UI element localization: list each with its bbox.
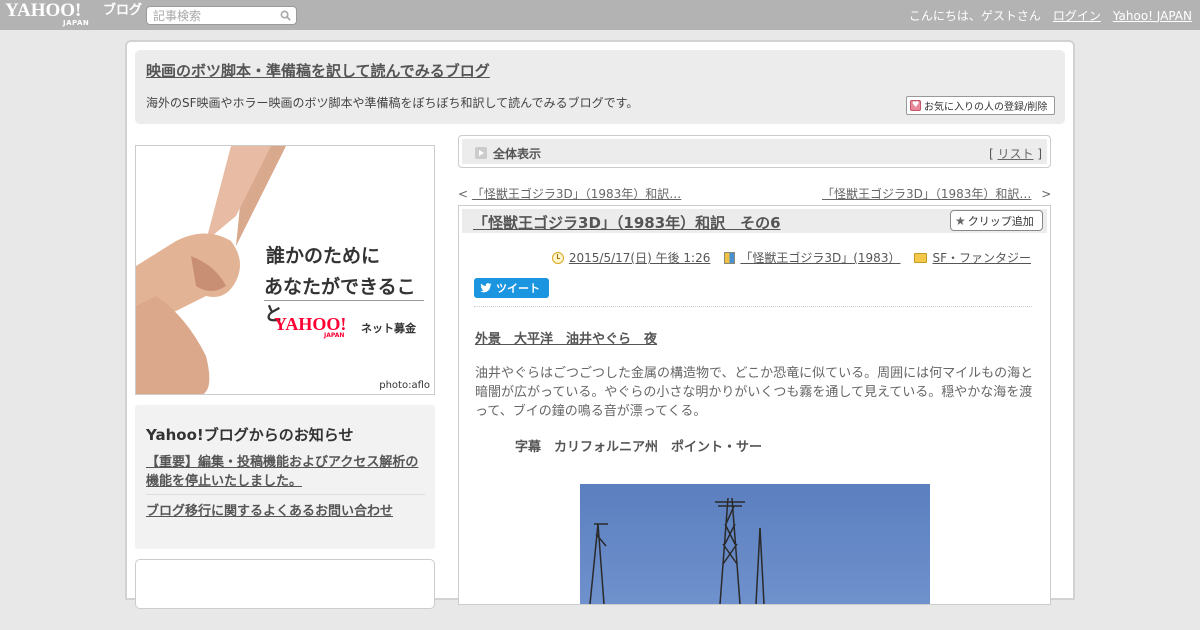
book-link[interactable]: 「怪獣王ゴジラ3D」(1983） xyxy=(740,249,900,266)
blog-title[interactable]: 映画のボツ脚本・準備稿を訳して読んでみるブログ xyxy=(146,60,490,81)
notice-link-faq[interactable]: ブログ移行に関するよくあるお問い合わせ xyxy=(146,500,393,519)
ad-line1: 誰かのために xyxy=(266,245,381,267)
search-icon[interactable] xyxy=(280,10,291,21)
ad-service: ネット募金 xyxy=(361,322,416,335)
list-link[interactable]: リスト xyxy=(997,147,1033,161)
ad-yahoo-logo: YAHOO! xyxy=(274,314,347,334)
scene-heading: 外景 大平洋 油井やぐら 夜 xyxy=(475,332,658,347)
notice-title: Yahoo!ブログからのお知らせ xyxy=(146,426,354,444)
divider xyxy=(474,306,1032,307)
top-bar: YAHOO! JAPAN ブログ こんにちは、ゲストさん ログイン Yahoo!… xyxy=(0,0,1200,30)
handshake-photo xyxy=(136,146,286,394)
logo-blog-text: ブログ xyxy=(103,3,143,18)
caption-line: 字幕 カリフォルニア州 ポイント・サー xyxy=(515,440,763,455)
heart-icon xyxy=(910,100,921,111)
article-title[interactable]: 「怪獣王ゴジラ3D」（1983年）和訳 その6 xyxy=(473,212,781,233)
clip-add-label: クリップ追加 xyxy=(967,214,1034,228)
article-header: 「怪獣王ゴジラ3D」（1983年）和訳 その6 ★ クリップ追加 xyxy=(462,209,1047,233)
prev-arrow: < xyxy=(458,187,469,201)
bird-icon xyxy=(480,283,492,293)
article: 「怪獣王ゴジラ3D」（1983年）和訳 その6 ★ クリップ追加 2015/5/… xyxy=(458,205,1051,605)
list-bracket-close: ] xyxy=(1033,147,1042,161)
clock-icon xyxy=(551,251,564,264)
logo-japan: JAPAN xyxy=(63,19,90,27)
login-link[interactable]: ログイン xyxy=(1053,7,1101,24)
tweet-button[interactable]: ツイート xyxy=(474,278,549,298)
next-article-nav: 「怪獣王ゴジラ3D」（1983年）和訳… > xyxy=(822,185,1051,202)
yahoo-blog-logo[interactable]: YAHOO! JAPAN ブログ xyxy=(5,0,143,28)
oil-rig-photo xyxy=(580,484,930,604)
donation-ad-banner[interactable]: 誰かのために あなたができること YAHOO! JAPAN ネット募金 phot… xyxy=(135,145,435,395)
ad-divider xyxy=(264,300,424,301)
greeting: こんにちは、ゲストさん xyxy=(908,9,1041,23)
favorite-register-label: お気に入りの人の登録/削除 xyxy=(924,102,1048,113)
ad-yahoo-japan: JAPAN xyxy=(324,332,345,339)
all-view-label[interactable]: 全体表示 xyxy=(493,145,541,162)
notice-link-important[interactable]: 【重要】編集・投稿機能およびアクセス解析の機能を停止いたしました。 xyxy=(146,453,431,491)
logo-yahoo: YAHOO! xyxy=(5,0,82,21)
top-right-links: こんにちは、ゲストさん ログイン Yahoo! JAPAN xyxy=(909,7,1192,24)
blog-frame: 映画のボツ脚本・準備稿を訳して読んでみるブログ 海外のSF映画やホラー映画のボツ… xyxy=(125,40,1075,609)
ad-photo-credit: photo:aflo xyxy=(379,380,430,391)
notice-box: Yahoo!ブログからのお知らせ 【重要】編集・投稿機能およびアクセス解析の機能… xyxy=(135,405,435,549)
book-icon xyxy=(724,251,736,264)
tweet-label: ツイート xyxy=(496,282,540,295)
all-view-bar: 全体表示 [ リスト ] xyxy=(458,135,1051,168)
blog-description: 海外のSF映画やホラー映画のボツ脚本や準備稿をぼちぼち和訳して読んでみるブログで… xyxy=(146,96,639,110)
oil-rig-illustration xyxy=(589,497,765,604)
category-link[interactable]: SF・ファンタジー xyxy=(932,249,1031,266)
notice-divider xyxy=(146,494,425,495)
prev-article-nav: < 「怪獣王ゴジラ3D」（1983年）和訳… xyxy=(458,185,681,202)
yahoo-japan-link[interactable]: Yahoo! JAPAN xyxy=(1113,9,1192,23)
prev-article-link[interactable]: 「怪獣王ゴジラ3D」（1983年）和訳… xyxy=(472,187,681,201)
sidebar-box xyxy=(135,559,435,609)
next-article-link[interactable]: 「怪獣王ゴジラ3D」（1983年）和訳… xyxy=(822,187,1031,201)
star-icon: ★ xyxy=(955,213,966,228)
article-body: 油井やぐらはごつごつした金属の構造物で、どこか恐竜に似ている。周囲には何マイルも… xyxy=(475,366,1034,419)
list-link-wrap: [ リスト ] xyxy=(989,145,1042,162)
clip-add-button[interactable]: ★ クリップ追加 xyxy=(950,210,1043,231)
next-arrow: > xyxy=(1041,187,1052,201)
folder-icon xyxy=(914,252,928,263)
article-search xyxy=(146,6,297,25)
article-date-link[interactable]: 2015/5/17(日) 午後 1:26 xyxy=(569,249,710,266)
article-meta: 2015/5/17(日) 午後 1:26 「怪獣王ゴジラ3D」(1983） SF… xyxy=(459,249,1044,266)
favorite-register-button[interactable]: お気に入りの人の登録/削除 xyxy=(906,96,1055,115)
search-input[interactable] xyxy=(147,7,272,24)
arrow-icon xyxy=(475,147,487,159)
blog-header: 映画のボツ脚本・準備稿を訳して読んでみるブログ 海外のSF映画やホラー映画のボツ… xyxy=(135,50,1065,124)
